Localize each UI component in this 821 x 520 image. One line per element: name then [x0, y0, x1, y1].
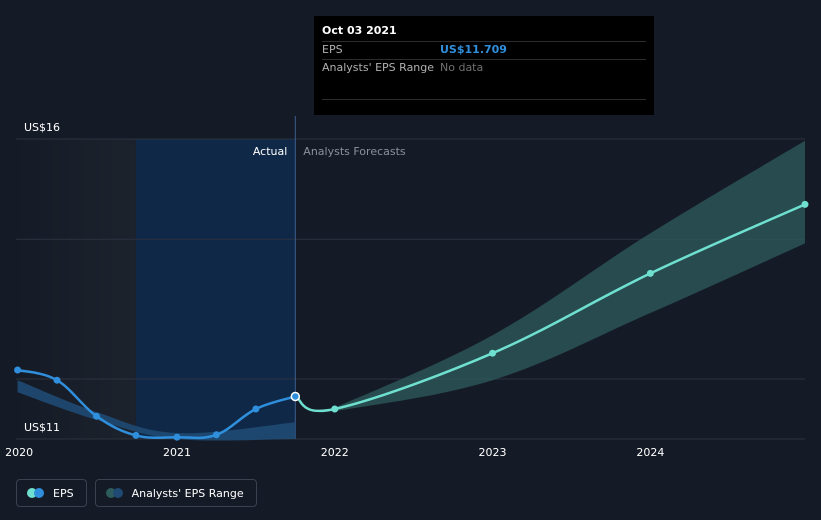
y-tick-label: US$11 — [24, 421, 60, 434]
actual-region-label: Actual — [253, 145, 287, 158]
eps-point — [290, 391, 301, 402]
hover-tooltip: Oct 03 2021 EPS US$11.709 Analysts' EPS … — [314, 16, 654, 115]
forecast-point — [331, 405, 339, 413]
forecast-region-label: Analysts Forecasts — [303, 145, 406, 158]
x-tick-label: 2024 — [636, 446, 664, 459]
y-tick-label: US$16 — [24, 121, 60, 134]
tooltip-row-range: Analysts' EPS Range No data — [322, 59, 646, 77]
tooltip-range-label: Analysts' EPS Range — [322, 61, 435, 74]
legend-eps[interactable]: EPS — [16, 479, 87, 507]
eps-point — [212, 431, 220, 439]
eps-point — [173, 433, 181, 441]
legend-eps-range[interactable]: Analysts' EPS Range — [94, 479, 257, 507]
eps-point — [132, 431, 140, 439]
actual-period-highlight — [135, 139, 296, 439]
eps-legend-icon — [27, 488, 47, 498]
eps-point — [252, 405, 260, 413]
forecast-range-band — [334, 140, 805, 412]
x-tick-label: 2020 — [5, 446, 33, 459]
eps-point — [92, 412, 100, 420]
tooltip-eps-label: EPS — [322, 43, 343, 56]
tooltip-range-value: No data — [440, 61, 484, 74]
legend-eps-range-label: Analysts' EPS Range — [131, 486, 244, 500]
tooltip-row-eps: EPS US$11.709 — [322, 41, 646, 59]
tooltip-eps-value: US$11.709 — [440, 43, 507, 56]
tooltip-divider — [322, 99, 646, 100]
tooltip-date: Oct 03 2021 — [322, 24, 397, 37]
x-tick-label: 2023 — [479, 446, 507, 459]
eps-point — [53, 376, 61, 384]
chart-legend: EPS Analysts' EPS Range — [16, 479, 257, 507]
x-tick-label: 2021 — [163, 446, 191, 459]
x-tick-label: 2022 — [321, 446, 349, 459]
forecast-point — [646, 269, 654, 277]
eps-range-legend-icon — [105, 488, 126, 498]
legend-eps-label: EPS — [53, 486, 74, 500]
eps-point — [14, 366, 22, 374]
forecast-point — [489, 349, 497, 357]
forecast-point — [801, 200, 809, 208]
